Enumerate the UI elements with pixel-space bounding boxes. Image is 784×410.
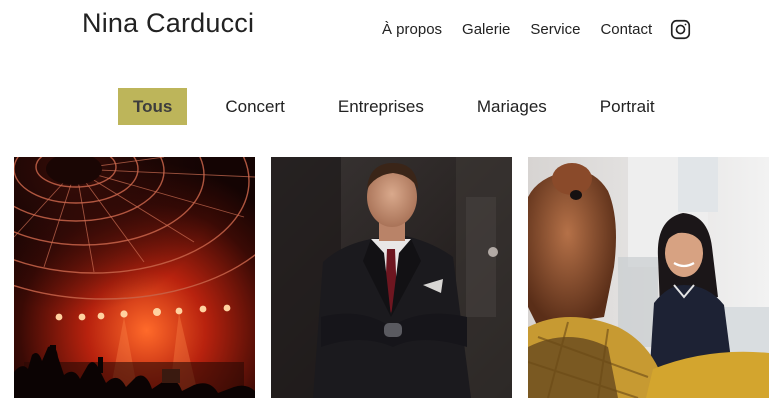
nav-link-gallery[interactable]: Galerie <box>462 21 510 38</box>
filter-all[interactable]: Tous <box>118 88 188 125</box>
businessman-photo[interactable] <box>271 157 512 398</box>
gallery-grid <box>0 157 784 410</box>
site-title[interactable]: Nina Carducci <box>82 8 254 39</box>
filter-portrait[interactable]: Portrait <box>600 88 655 125</box>
office-women-photo[interactable] <box>528 157 769 398</box>
instagram-icon[interactable] <box>670 19 691 40</box>
filter-business[interactable]: Entreprises <box>338 88 424 125</box>
nav-link-contact[interactable]: Contact <box>600 21 652 38</box>
concert-photo[interactable] <box>14 157 255 398</box>
main-nav: À propos Galerie Service Contact <box>382 19 691 40</box>
nav-link-about[interactable]: À propos <box>382 21 442 38</box>
site-header: Nina Carducci À propos Galerie Service C… <box>0 0 784 60</box>
filter-weddings[interactable]: Mariages <box>477 88 547 125</box>
filter-concert[interactable]: Concert <box>225 88 285 125</box>
gallery-filters: Tous Concert Entreprises Mariages Portra… <box>118 88 655 125</box>
nav-link-service[interactable]: Service <box>530 21 580 38</box>
